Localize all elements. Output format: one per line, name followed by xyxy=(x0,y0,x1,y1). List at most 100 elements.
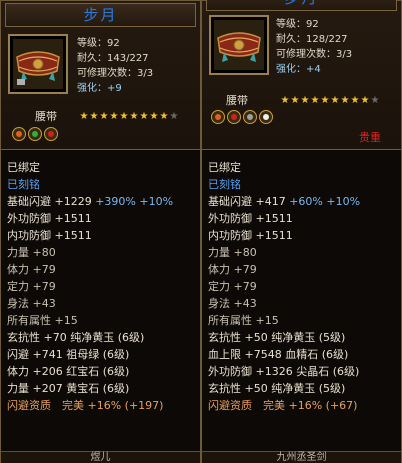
star-icon: ★ xyxy=(290,95,300,106)
star-icon: ★ xyxy=(119,111,129,122)
item-info: 等级：92 耐久：128/227 可修理次数：3/3 强化：+4 xyxy=(276,17,352,77)
stat-line: 体力 +79 xyxy=(208,261,399,278)
bound-status: 已绑定 xyxy=(208,161,241,174)
stat-line: 玄抗性 +70 纯净黄玉 (6级) xyxy=(7,329,198,346)
gem-socket-icon[interactable] xyxy=(227,110,241,124)
stat-text: 体力 +79 xyxy=(208,263,257,276)
stats-list: 已绑定 已刻铭 基础闪避 +417 +60% +10% 外功防御 +1511 内功防… xyxy=(208,159,399,414)
enhance-value: +9 xyxy=(107,83,122,94)
level-text: 等级：92 xyxy=(77,38,120,49)
stat-text: 力量 +80 xyxy=(7,246,56,259)
durability-text: 耐久：143/227 xyxy=(77,53,149,64)
stat-line: 血上限 +7548 血精石 (6级) xyxy=(208,346,399,363)
stat-text: 身法 +43 xyxy=(208,297,257,310)
item-type: 腰带 xyxy=(35,110,57,123)
stat-line: 闪避资质 完美 +16% (+67) xyxy=(208,397,399,414)
star-icon: ★ xyxy=(320,95,330,106)
stat-line: 闪避 +741 祖母绿 (6级) xyxy=(7,346,198,363)
stat-text: 外功防御 +1511 xyxy=(7,212,92,225)
stat-text: +60% +10% xyxy=(289,195,361,208)
belt-icon xyxy=(214,20,264,70)
stat-text: 身法 +43 xyxy=(7,297,56,310)
stat-text: 基础闪避 +417 xyxy=(208,195,290,208)
tooltip-footer: 九州丞圣剑 xyxy=(202,451,401,463)
star-icon: ★ xyxy=(149,111,159,122)
item-name: 步月 xyxy=(284,0,318,7)
item-info: 等级：92 耐久：143/227 可修理次数：3/3 强化：+9 xyxy=(77,36,153,96)
item-slot[interactable] xyxy=(209,15,269,75)
valuable-badge: 贵重 xyxy=(359,131,381,144)
stat-line: 基础闪避 +417 +60% +10% xyxy=(208,193,399,210)
star-rating: ★ ★ ★ ★ ★ ★ ★ ★ ★ ★ xyxy=(79,112,179,122)
gem-socket-icon[interactable] xyxy=(211,110,225,124)
gem-socket-icon[interactable] xyxy=(44,127,58,141)
level-text: 等级：92 xyxy=(276,19,319,30)
stat-line: 基础闪避 +1229 +390% +10% xyxy=(7,193,198,210)
stat-text: 玄抗性 +50 纯净黄玉 (5级) xyxy=(208,331,346,344)
stat-line: 玄抗性 +50 纯净黄玉 (5级) xyxy=(208,380,399,397)
star-icon: ★ xyxy=(79,111,89,122)
stat-text: 力量 +207 黄宝石 (6级) xyxy=(7,382,130,395)
star-icon: ★ xyxy=(109,111,119,122)
repair-count-text: 可修理次数：3/3 xyxy=(77,68,154,79)
stat-text: 所有属性 +15 xyxy=(7,314,78,327)
item-slot[interactable] xyxy=(8,34,68,94)
stats-list: 已绑定 已刻铭 基础闪避 +1229 +390% +10% 外功防御 +1511 内… xyxy=(7,159,198,414)
stat-line: 力量 +207 黄宝石 (6级) xyxy=(7,380,198,397)
stat-line: 所有属性 +15 xyxy=(208,312,399,329)
stat-line: 身法 +43 xyxy=(7,295,198,312)
star-icon: ★ xyxy=(300,95,310,106)
gem-socket-icon[interactable] xyxy=(259,110,273,124)
stat-line: 内功防御 +1511 xyxy=(7,227,198,244)
tooltip-header: 步月 等级：92 耐久：143/227 可修理次数：3/3 强化：+9 腰带 ★… xyxy=(1,1,200,149)
stat-text: 外功防御 +1511 xyxy=(208,212,293,225)
item-tooltip-right: 步月 等级：92 耐久：128/227 可修理次数：3/3 强化：+4 腰带 ★… xyxy=(201,0,402,463)
stat-line: 所有属性 +15 xyxy=(7,312,198,329)
gem-socket-icon[interactable] xyxy=(243,110,257,124)
gem-socket-icon[interactable] xyxy=(28,127,42,141)
star-icon: ★ xyxy=(310,95,320,106)
title-bar: 步月 xyxy=(206,0,397,11)
stat-text: 闪避资质 完美 +16% (+197) xyxy=(7,399,164,412)
stat-text: 内功防御 +1511 xyxy=(208,229,293,242)
stat-line: 外功防御 +1511 xyxy=(7,210,198,227)
gem-socket-icon[interactable] xyxy=(12,127,26,141)
stat-text: 力量 +80 xyxy=(208,246,257,259)
stats-box: 已绑定 已刻铭 基础闪避 +1229 +390% +10% 外功防御 +1511 内… xyxy=(1,149,200,451)
star-icon: ★ xyxy=(280,95,290,106)
star-icon: ★ xyxy=(360,95,370,106)
stat-line: 外功防御 +1511 xyxy=(208,210,399,227)
star-icon: ★ xyxy=(159,111,169,122)
stat-line: 内功防御 +1511 xyxy=(208,227,399,244)
owner-name: 九州丞圣剑 xyxy=(276,452,327,463)
star-icon: ★ xyxy=(139,111,149,122)
stat-text: 定力 +79 xyxy=(208,280,257,293)
stat-line: 力量 +80 xyxy=(7,244,198,261)
stat-text: 玄抗性 +70 纯净黄玉 (6级) xyxy=(7,331,145,344)
stat-text: 基础闪避 +1229 xyxy=(7,195,96,208)
stat-text: 玄抗性 +50 纯净黄玉 (5级) xyxy=(208,382,346,395)
enhance-label: 强化： xyxy=(276,64,306,75)
engraved-status: 已刻铭 xyxy=(208,178,241,191)
enhance-row: 强化：+4 xyxy=(276,62,352,77)
stat-text: 外功防御 +1326 尖晶石 (6级) xyxy=(208,365,360,378)
stat-line: 定力 +79 xyxy=(208,278,399,295)
engraved-status: 已刻铭 xyxy=(7,178,40,191)
stat-text: 定力 +79 xyxy=(7,280,56,293)
stat-text: 内功防御 +1511 xyxy=(7,229,92,242)
enhance-label: 强化： xyxy=(77,83,107,94)
tooltip-header: 步月 等级：92 耐久：128/227 可修理次数：3/3 强化：+4 腰带 ★… xyxy=(202,0,401,149)
stat-text: 闪避 +741 祖母绿 (6级) xyxy=(7,348,130,361)
enhance-value: +4 xyxy=(306,64,321,75)
gem-sockets xyxy=(211,110,273,124)
star-icon: ★ xyxy=(350,95,360,106)
star-icon: ★ xyxy=(340,95,350,106)
star-icon: ★ xyxy=(330,95,340,106)
stat-line: 身法 +43 xyxy=(208,295,399,312)
star-icon: ★ xyxy=(99,111,109,122)
star-icon: ★ xyxy=(89,111,99,122)
tooltip-footer: 煜儿 xyxy=(1,451,200,463)
title-bar: 步月 xyxy=(5,3,196,27)
stat-line: 闪避资质 完美 +16% (+197) xyxy=(7,397,198,414)
stat-text: 所有属性 +15 xyxy=(208,314,279,327)
